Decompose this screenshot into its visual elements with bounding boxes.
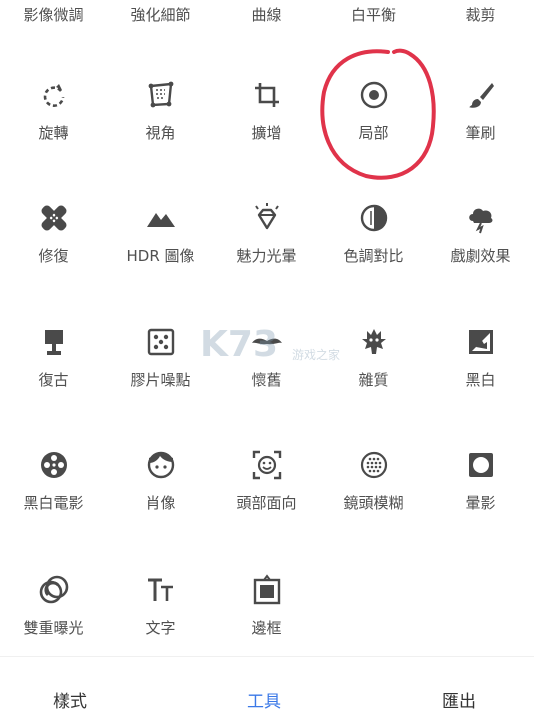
tool-label: 色調對比: [343, 247, 404, 265]
glamour-glow-icon: [250, 201, 284, 235]
head-pose-icon: [250, 448, 284, 482]
tool-hdr[interactable]: HDR 圖像: [107, 201, 214, 311]
grunge-icon: [357, 325, 391, 359]
tool-tonal-contrast[interactable]: 色調對比: [320, 201, 427, 311]
tool-grunge[interactable]: 雜質: [320, 325, 427, 435]
tonal-contrast-icon: [357, 201, 391, 235]
tool-label: 復古: [38, 371, 69, 389]
text-icon: [144, 573, 178, 607]
tool-label: HDR 圖像: [126, 247, 195, 265]
tool-label: 膠片噪點: [130, 371, 191, 389]
tool-vignette[interactable]: 暈影: [427, 448, 534, 558]
tool-label: 雜質: [358, 371, 389, 389]
tool-label: 局部: [358, 124, 389, 142]
tool-lens-blur[interactable]: 鏡頭模糊: [320, 448, 427, 558]
tool-drama[interactable]: 戲劇效果: [427, 201, 534, 311]
tool-label: 戲劇效果: [450, 247, 511, 265]
perspective-icon: [144, 78, 178, 112]
tool-label: 筆刷: [465, 124, 496, 142]
tool-perspective[interactable]: 視角: [107, 78, 214, 188]
retrolux-icon: [250, 325, 284, 359]
portrait-icon: [144, 448, 178, 482]
vignette-icon: [464, 448, 498, 482]
tool-label: 旋轉: [38, 124, 69, 142]
tool-label: 魅力光暈: [236, 247, 297, 265]
frames-icon: [250, 573, 284, 607]
grainy-film-icon: [144, 325, 178, 359]
brush-icon: [464, 78, 498, 112]
tab-export[interactable]: 匯出: [442, 687, 476, 712]
healing-icon: [37, 201, 71, 235]
lens-blur-icon: [357, 448, 391, 482]
tool-label: 頭部面向: [236, 494, 297, 512]
expand-icon: [250, 78, 284, 112]
tool-head-pose[interactable]: 頭部面向: [213, 448, 320, 558]
tab-styles[interactable]: 樣式: [53, 687, 87, 712]
tool-expand[interactable]: 擴增: [213, 78, 320, 188]
tool-brush[interactable]: 筆刷: [427, 78, 534, 188]
double-exposure-icon: [37, 573, 71, 607]
bottom-tab-bar: 樣式 工具 匯出: [0, 656, 534, 722]
black-white-icon: [464, 325, 498, 359]
tool-vintage[interactable]: 復古: [0, 325, 107, 435]
tool-label: 視角: [145, 124, 176, 142]
tool-label: 邊框: [251, 619, 282, 637]
tool-label: 雙重曝光: [23, 619, 84, 637]
tool-noir[interactable]: 黑白電影: [0, 448, 107, 558]
tool-portrait[interactable]: 肖像: [107, 448, 214, 558]
tab-tools[interactable]: 工具: [247, 687, 281, 712]
tool-label: 修復: [38, 247, 69, 265]
tool-selective[interactable]: 局部: [320, 78, 427, 188]
tool-label: 暈影: [465, 494, 496, 512]
tools-grid: 旋轉 視角 擴增 局部 筆刷 修復 HDR 圖像 魅力光暈 色調對比 戲劇效果 …: [0, 0, 534, 650]
tool-label: 鏡頭模糊: [343, 494, 404, 512]
tool-retrolux[interactable]: 懷舊: [213, 325, 320, 435]
tool-black-white[interactable]: 黑白: [427, 325, 534, 435]
selective-icon: [357, 78, 391, 112]
drama-icon: [464, 201, 498, 235]
tool-label: 肖像: [145, 494, 176, 512]
vintage-icon: [37, 325, 71, 359]
tool-label: 擴增: [251, 124, 282, 142]
tool-label: 懷舊: [251, 371, 282, 389]
rotate-icon: [37, 78, 71, 112]
tool-label: 文字: [145, 619, 176, 637]
noir-icon: [37, 448, 71, 482]
tool-label: 黑白: [465, 371, 496, 389]
tool-grainy-film[interactable]: 膠片噪點: [107, 325, 214, 435]
hdr-icon: [144, 201, 178, 235]
tool-glamour-glow[interactable]: 魅力光暈: [213, 201, 320, 311]
tool-label: 黑白電影: [23, 494, 84, 512]
tool-rotate[interactable]: 旋轉: [0, 78, 107, 188]
tool-healing[interactable]: 修復: [0, 201, 107, 311]
